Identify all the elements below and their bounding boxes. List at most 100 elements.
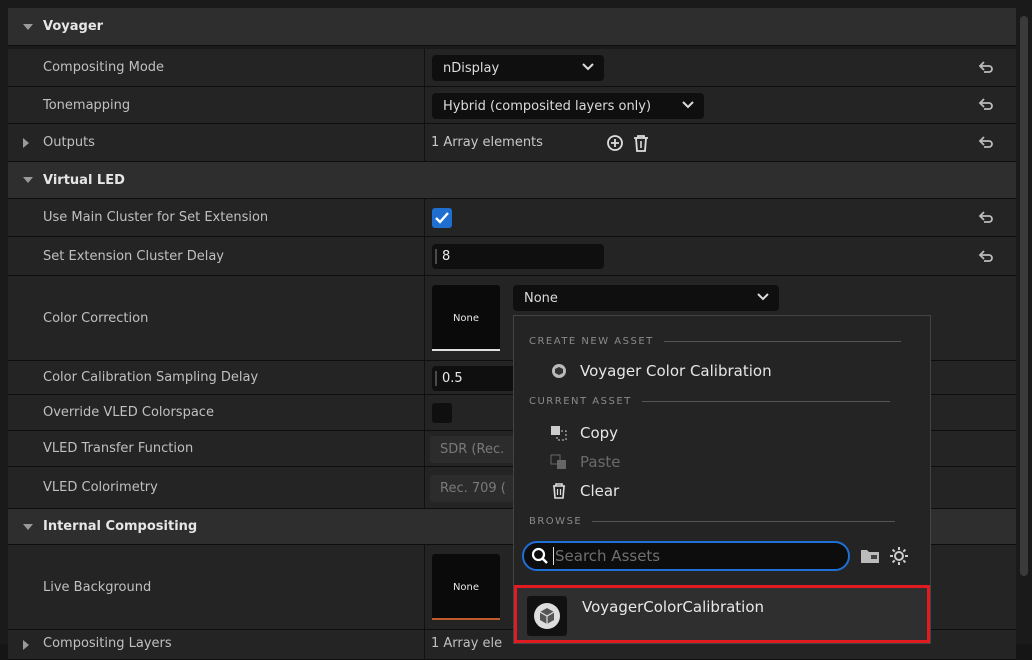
- column-divider[interactable]: [424, 545, 425, 629]
- tonemapping-dropdown[interactable]: Hybrid (composited layers only): [432, 93, 704, 119]
- menu-item-label: Copy: [580, 424, 619, 442]
- property-label: Use Main Cluster for Set Extension: [43, 210, 269, 225]
- asset-thumbnail: [527, 596, 567, 636]
- trash-icon: [550, 482, 568, 500]
- color-calibration-asset-icon: [534, 603, 560, 629]
- search-placeholder: Search Assets: [555, 547, 661, 565]
- dropdown-value: nDisplay: [443, 60, 500, 76]
- copy-icon: [550, 424, 568, 442]
- asset-class-icon: [550, 362, 568, 380]
- section-header-label: CREATE NEW ASSET: [529, 336, 654, 347]
- reset-to-default-icon[interactable]: [978, 60, 994, 76]
- add-element-icon[interactable]: [606, 134, 624, 152]
- category-label: Virtual LED: [43, 172, 125, 188]
- section-header: CREATE NEW ASSET: [529, 336, 901, 347]
- details-panel: Voyager Compositing Mode nDisplay Tonema…: [0, 0, 1032, 660]
- column-divider[interactable]: [424, 124, 425, 161]
- asset-type-bar: [432, 618, 500, 620]
- chevron-down-icon: [682, 101, 694, 109]
- search-assets-field[interactable]: Search Assets: [522, 541, 850, 571]
- compositing-mode-dropdown[interactable]: nDisplay: [432, 55, 604, 81]
- column-divider[interactable]: [424, 467, 425, 508]
- thumbnail-label: None: [452, 581, 480, 593]
- set-extension-delay-input[interactable]: 8: [432, 244, 604, 269]
- use-main-cluster-checkbox[interactable]: [432, 208, 452, 228]
- asset-picker-menu: CREATE NEW ASSET Voyager Color Calibrati…: [513, 315, 931, 644]
- column-divider[interactable]: [424, 361, 425, 394]
- property-outputs: Outputs 1 Array elements: [8, 124, 1016, 162]
- property-label: Outputs: [43, 135, 95, 150]
- delete-all-icon[interactable]: [633, 134, 649, 152]
- reset-to-default-icon[interactable]: [978, 249, 994, 265]
- menu-item-label: Clear: [580, 482, 620, 500]
- section-divider: [663, 341, 901, 342]
- create-voyager-color-calibration[interactable]: Voyager Color Calibration: [550, 362, 772, 380]
- section-header: BROWSE: [529, 516, 896, 527]
- copy-menu-item[interactable]: Copy: [550, 424, 618, 442]
- category-voyager[interactable]: Voyager: [8, 8, 1016, 46]
- property-label: Override VLED Colorspace: [43, 405, 214, 420]
- checkmark-icon: [435, 212, 449, 224]
- property-label: Set Extension Cluster Delay: [43, 248, 224, 264]
- reset-to-default-icon[interactable]: [978, 135, 994, 151]
- search-icon: [531, 547, 548, 564]
- category-label: Voyager: [43, 19, 104, 34]
- property-label: Live Background: [43, 579, 152, 595]
- asset-type-bar: [432, 349, 500, 351]
- category-virtual-led[interactable]: Virtual LED: [8, 162, 1016, 199]
- expand-arrow-icon[interactable]: [23, 177, 33, 183]
- section-divider: [641, 401, 890, 402]
- override-vled-checkbox[interactable]: [432, 403, 452, 423]
- property-use-main-cluster: Use Main Cluster for Set Extension: [8, 199, 1016, 237]
- chevron-down-icon: [582, 63, 594, 71]
- property-label: Tonemapping: [43, 97, 131, 113]
- column-divider[interactable]: [424, 276, 425, 360]
- property-label: Color Correction: [43, 310, 149, 326]
- section-divider: [592, 521, 896, 522]
- property-label: Color Calibration Sampling Delay: [43, 370, 259, 385]
- dropdown-value: None: [524, 290, 558, 306]
- paste-menu-item[interactable]: Paste: [550, 453, 621, 471]
- vled-colorimetry-dropdown[interactable]: Rec. 709 (: [430, 475, 520, 502]
- settings-gear-icon[interactable]: [889, 546, 909, 566]
- array-elements-count: 1 Array elements: [431, 135, 543, 150]
- color-correction-thumbnail[interactable]: None: [432, 285, 500, 351]
- property-label: Compositing Mode: [43, 60, 165, 75]
- asset-result-item[interactable]: VoyagerColorCalibration: [514, 585, 930, 643]
- column-divider[interactable]: [424, 395, 425, 430]
- text-caret: [553, 547, 554, 565]
- live-background-thumbnail[interactable]: None: [432, 554, 500, 620]
- color-correction-asset-picker[interactable]: None: [513, 285, 779, 311]
- column-divider[interactable]: [424, 87, 425, 123]
- expand-arrow-icon[interactable]: [23, 137, 29, 148]
- section-header-label: CURRENT ASSET: [529, 396, 632, 407]
- column-divider[interactable]: [424, 49, 425, 86]
- column-divider[interactable]: [424, 237, 425, 275]
- column-divider[interactable]: [424, 630, 425, 659]
- section-header-label: BROWSE: [529, 516, 583, 527]
- chevron-down-icon: [757, 293, 769, 301]
- expand-arrow-icon[interactable]: [23, 523, 33, 530]
- vertical-scrollbar[interactable]: [1016, 8, 1032, 644]
- property-label: VLED Transfer Function: [43, 441, 194, 456]
- menu-item-label: Voyager Color Calibration: [580, 362, 772, 380]
- asset-result-label: VoyagerColorCalibration: [582, 598, 765, 616]
- expand-arrow-icon[interactable]: [23, 640, 29, 650]
- paste-icon: [550, 453, 568, 471]
- column-divider[interactable]: [424, 199, 425, 236]
- section-header: CURRENT ASSET: [529, 396, 890, 407]
- scrollbar-thumb[interactable]: [1020, 16, 1028, 576]
- reset-to-default-icon[interactable]: [978, 210, 994, 226]
- thumbnail-label: None: [452, 312, 480, 324]
- reset-to-default-icon[interactable]: [978, 97, 994, 113]
- clear-menu-item[interactable]: Clear: [550, 482, 619, 500]
- dropdown-value: Hybrid (composited layers only): [443, 98, 652, 114]
- menu-item-label: Paste: [580, 453, 621, 471]
- expand-arrow-icon[interactable]: [23, 23, 33, 30]
- column-divider[interactable]: [424, 431, 425, 466]
- folder-icon[interactable]: [860, 548, 880, 564]
- property-label: VLED Colorimetry: [43, 480, 158, 495]
- calibration-sampling-delay-input[interactable]: 0.5: [432, 366, 522, 391]
- category-label: Internal Compositing: [43, 519, 198, 534]
- vled-transfer-dropdown[interactable]: SDR (Rec.: [430, 436, 520, 463]
